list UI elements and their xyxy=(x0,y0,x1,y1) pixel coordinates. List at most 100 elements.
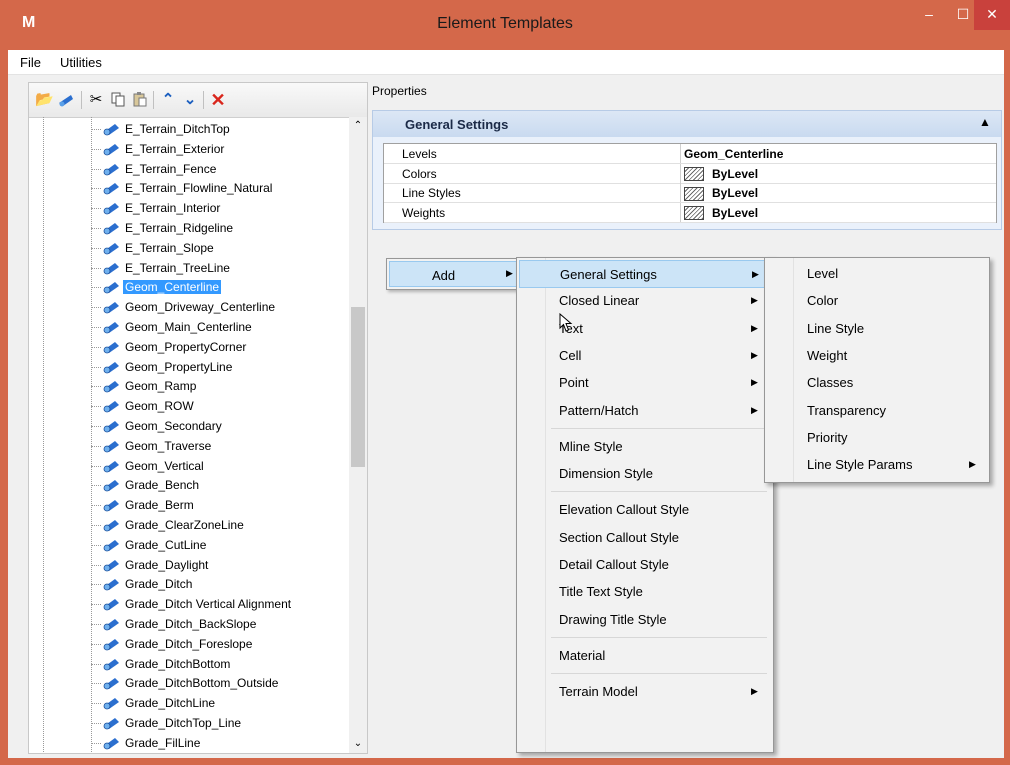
tree-item[interactable]: Grade_Ditch Vertical Alignment xyxy=(29,595,349,614)
tree-item[interactable]: Geom_Secondary xyxy=(29,417,349,436)
tree-item[interactable]: Geom_PropertyCorner xyxy=(29,338,349,357)
tree-item[interactable]: Grade_Ditch_Foreslope xyxy=(29,635,349,654)
tree-item[interactable]: E_Terrain_TreeLine xyxy=(29,259,349,278)
tree-item[interactable]: Grade_FilLine xyxy=(29,734,349,752)
tree-item[interactable]: E_Terrain_Exterior xyxy=(29,140,349,159)
open-folder-icon[interactable]: 📂 xyxy=(35,91,54,109)
menu-item[interactable]: Terrain Model ▶ xyxy=(519,678,769,704)
menu-item[interactable]: Priority xyxy=(767,424,985,450)
tree-item[interactable]: E_Terrain_Slope xyxy=(29,239,349,258)
delete-icon[interactable]: ✕ xyxy=(209,91,227,109)
tree-item[interactable]: Grade_DitchLine xyxy=(29,694,349,713)
tree-branch-line xyxy=(91,723,101,724)
move-down-icon[interactable]: ⌄ xyxy=(181,91,199,109)
settings-row[interactable]: Line Styles ByLevel xyxy=(384,183,996,203)
tree-item-label: E_Terrain_DitchTop xyxy=(125,122,230,136)
minimize-button[interactable]: – xyxy=(912,0,946,30)
tree-branch-line xyxy=(91,406,101,408)
menu-item[interactable]: Text ▶ xyxy=(519,315,769,341)
tree-item[interactable]: Grade_CutLine xyxy=(29,536,349,555)
menu-item[interactable]: Detail Callout Style xyxy=(519,551,769,577)
close-button[interactable]: ✕ xyxy=(974,0,1010,30)
tree-item[interactable]: Grade_DitchBottom_Outside xyxy=(29,674,349,693)
tree-item[interactable]: Geom_Main_Centerline xyxy=(29,318,349,337)
settings-row[interactable]: Weights ByLevel xyxy=(384,202,996,223)
element-template-icon xyxy=(103,676,121,690)
element-template-icon xyxy=(103,201,121,215)
menu-item[interactable]: Drawing Title Style xyxy=(519,606,769,632)
tree-item[interactable]: Geom_ROW xyxy=(29,397,349,416)
tree-item[interactable]: E_Terrain_Interior xyxy=(29,199,349,218)
tree-item[interactable]: Grade_Daylight xyxy=(29,556,349,575)
tree-scrollbar[interactable]: ⌃ ⌄ xyxy=(349,117,367,753)
paste-icon[interactable] xyxy=(131,91,149,109)
menu-item[interactable]: Pattern/Hatch ▶ xyxy=(519,397,769,423)
cut-icon[interactable]: ✂ xyxy=(87,91,105,109)
tree-item[interactable]: Geom_Ramp xyxy=(29,377,349,396)
menu-item[interactable]: General Settings ▶ xyxy=(519,260,771,288)
menu-item[interactable]: Elevation Callout Style xyxy=(519,496,769,522)
tree-item[interactable]: Geom_Vertical xyxy=(29,457,349,476)
tree-item[interactable]: Grade_ClearZoneLine xyxy=(29,516,349,535)
menu-item[interactable]: Dimension Style xyxy=(519,460,769,486)
menu-item[interactable]: Title Text Style xyxy=(519,578,769,604)
menu-item[interactable]: Weight xyxy=(767,342,985,368)
menu-item[interactable]: Line Style xyxy=(767,315,985,341)
element-template-icon xyxy=(103,399,121,413)
menu-item[interactable]: Level xyxy=(767,260,985,286)
move-up-icon[interactable]: ⌃ xyxy=(159,91,177,109)
tree-item[interactable]: Geom_PropertyLine xyxy=(29,358,349,377)
tree-branch-line xyxy=(91,168,101,170)
menu-item[interactable]: Line Style Params ▶ xyxy=(767,451,985,477)
tree-branch-line xyxy=(91,346,101,348)
settings-name: Weights xyxy=(402,205,446,220)
template-tree[interactable]: E_Terrain_DitchTop E_Terrain_Exterior E_Te… xyxy=(29,117,349,752)
element-template-icon xyxy=(103,558,121,572)
scroll-down-icon[interactable]: ⌄ xyxy=(349,735,367,753)
tree-item[interactable]: Grade_Bench xyxy=(29,476,349,495)
tree-item[interactable]: Grade_Ditch_BackSlope xyxy=(29,615,349,634)
toolbar-separator xyxy=(203,91,204,109)
tree-item[interactable]: Grade_Berm xyxy=(29,496,349,515)
menu-item[interactable]: Classes xyxy=(767,369,985,395)
settings-row[interactable]: Levels Geom_Centerline xyxy=(384,144,996,164)
add-menu-item[interactable]: Add ▶ xyxy=(389,261,517,287)
tree-item[interactable]: Grade_DitchTop_Line xyxy=(29,714,349,733)
tree-item[interactable]: E_Terrain_DitchTop xyxy=(29,120,349,139)
copy-icon[interactable] xyxy=(109,91,127,109)
tree-item-label: Geom_Ramp xyxy=(125,379,197,394)
element-template-icon xyxy=(103,538,121,552)
tree-item[interactable]: E_Terrain_Fence xyxy=(29,160,349,179)
scroll-thumb[interactable] xyxy=(351,307,365,467)
menu-item[interactable]: Section Callout Style xyxy=(519,524,769,550)
tree-item-label: Geom_Driveway_Centerline xyxy=(125,300,276,315)
menu-item[interactable]: Color xyxy=(767,287,985,313)
tree-branch-line xyxy=(91,148,101,150)
menu-file[interactable]: File xyxy=(20,55,41,70)
title-bar[interactable]: M Element Templates – ☐ ✕ xyxy=(0,0,1010,50)
general-settings-header[interactable]: General Settings ▲ xyxy=(373,111,1001,137)
element-template-icon xyxy=(103,736,121,750)
collapse-icon[interactable]: ▲ xyxy=(979,115,991,129)
tree-item[interactable]: Grade_DitchBottom xyxy=(29,655,349,674)
tree-item[interactable]: Geom_Driveway_Centerline xyxy=(29,298,349,317)
tree-item-label: Geom_Secondary xyxy=(125,419,222,433)
menu-item[interactable]: Mline Style xyxy=(519,433,769,459)
template-icon[interactable] xyxy=(57,91,75,109)
menu-item[interactable]: Material xyxy=(519,642,769,668)
menu-item[interactable]: Closed Linear ▶ xyxy=(519,287,769,313)
scroll-up-icon[interactable]: ⌃ xyxy=(349,117,367,135)
tree-item[interactable]: E_Terrain_Ridgeline xyxy=(29,219,349,238)
menu-item[interactable]: Cell ▶ xyxy=(519,342,769,368)
tree-item[interactable]: Grade_Ditch xyxy=(29,575,349,594)
menu-utilities[interactable]: Utilities xyxy=(60,55,102,70)
tree-item[interactable]: E_Terrain_Flowline_Natural xyxy=(29,179,349,198)
menu-item[interactable]: Transparency xyxy=(767,397,985,423)
menu-item[interactable]: Point ▶ xyxy=(519,369,769,395)
settings-row[interactable]: Colors ByLevel xyxy=(384,163,996,184)
menu-separator xyxy=(551,427,767,429)
tree-branch-line xyxy=(91,683,101,685)
tree-item[interactable]: Geom_Centerline xyxy=(29,278,349,297)
tree-item[interactable]: Geom_Traverse xyxy=(29,437,349,456)
tree-branch-line xyxy=(91,544,101,546)
